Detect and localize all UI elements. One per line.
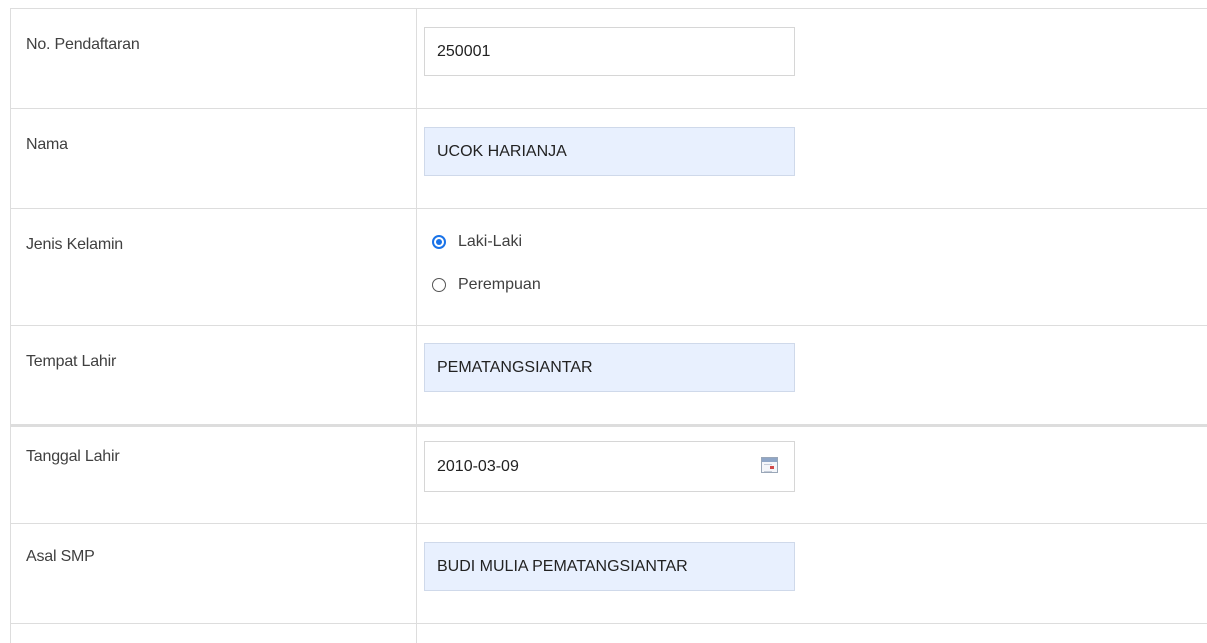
- form-row-next: [10, 623, 1207, 643]
- tanggal-lahir-input[interactable]: 2010-03-09: [424, 441, 795, 492]
- form-row-nama: Nama UCOK HARIANJA: [10, 108, 1207, 208]
- label-cell: Asal SMP: [10, 524, 417, 623]
- no-pendaftaran-label: No. Pendaftaran: [26, 36, 140, 53]
- calendar-icon[interactable]: [761, 457, 778, 473]
- asal-smp-input[interactable]: BUDI MULIA PEMATANGSIANTAR: [424, 542, 795, 591]
- label-cell: [10, 624, 417, 643]
- form-row-tanggal-lahir: Tanggal Lahir 2010-03-09: [10, 424, 1207, 523]
- label-cell: Jenis Kelamin: [10, 209, 417, 325]
- asal-smp-label: Asal SMP: [26, 548, 95, 565]
- radio-label-perempuan: Perempuan: [458, 276, 541, 293]
- jenis-kelamin-label: Jenis Kelamin: [26, 236, 124, 253]
- tempat-lahir-label: Tempat Lahir: [26, 353, 117, 370]
- radio-label-laki-laki: Laki-Laki: [458, 233, 523, 250]
- radio-unchecked-icon[interactable]: [432, 278, 446, 292]
- no-pendaftaran-input[interactable]: 250001: [424, 27, 795, 76]
- tempat-lahir-input[interactable]: PEMATANGSIANTAR: [424, 343, 795, 392]
- tanggal-lahir-value: 2010-03-09: [437, 458, 519, 475]
- label-cell: No. Pendaftaran: [10, 9, 417, 108]
- radio-checked-icon[interactable]: [432, 235, 446, 249]
- form-row-tempat-lahir: Tempat Lahir PEMATANGSIANTAR: [10, 325, 1207, 424]
- nama-input[interactable]: UCOK HARIANJA: [424, 127, 795, 176]
- form-row-no-pendaftaran: No. Pendaftaran 250001: [10, 8, 1207, 108]
- form-row-jenis-kelamin: Jenis Kelamin Laki-Laki Perempuan: [10, 208, 1207, 325]
- tanggal-lahir-label: Tanggal Lahir: [26, 448, 120, 465]
- form-row-asal-smp: Asal SMP BUDI MULIA PEMATANGSIANTAR: [10, 523, 1207, 623]
- radio-option-laki-laki[interactable]: Laki-Laki: [432, 233, 522, 251]
- radio-option-perempuan[interactable]: Perempuan: [432, 276, 541, 294]
- label-cell: Tempat Lahir: [10, 326, 417, 424]
- nama-label: Nama: [26, 136, 68, 153]
- label-cell: Tanggal Lahir: [10, 427, 417, 523]
- label-cell: Nama: [10, 109, 417, 208]
